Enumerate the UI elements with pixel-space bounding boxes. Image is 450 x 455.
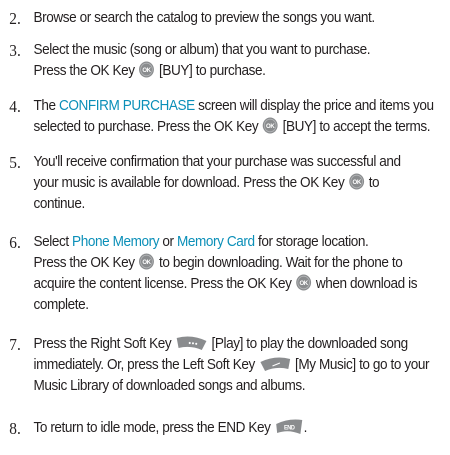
right-soft-key-icon [176,335,208,351]
step-6: 6. Select Phone Memory or Memory Card fo… [0,232,450,316]
step-text: . [303,420,308,436]
step-text: Browse or search the catalog to preview … [33,10,375,26]
step-number: 7. [9,335,21,354]
step-text: Press the Right Soft Key [33,336,172,352]
step-3: 3. Select the music (song or album) that… [0,40,450,82]
left-soft-key-icon [259,356,291,372]
step-number: 2. [9,9,21,28]
step-number: 3. [9,41,21,60]
step-text: continue. [33,196,85,212]
step-text: selected to purchase. Press the OK Key [33,119,259,135]
step-text: Press the OK Key [33,255,135,271]
svg-text:OK: OK [266,123,275,130]
svg-text:END: END [284,425,295,431]
ok-key-icon: OK [296,274,312,291]
svg-text:OK: OK [300,280,309,287]
ok-key-icon: OK [139,61,155,78]
step-text: Select [33,234,69,250]
step-5: 5. You'll receive confirmation that your… [0,152,450,215]
step-text: Press the OK Key [33,63,135,79]
step-text: for storage location. [257,234,369,250]
step-number: 4. [9,97,21,116]
step-text: screen will display the price and items … [198,98,434,114]
confirm-purchase-term: CONFIRM PURCHASE [58,98,195,114]
ok-key-icon: OK [139,253,155,270]
step-4: 4. The CONFIRM PURCHASE screen will disp… [0,96,450,138]
step-text: complete. [33,297,89,313]
ok-key-icon: OK [262,117,279,134]
step-text: Music Library of downloaded songs and al… [33,378,306,394]
svg-text:OK: OK [143,259,152,266]
step-number: 8. [9,419,21,438]
step-text: Select the music (song or album) that yo… [33,42,371,58]
step-text: [My Music] to go to your [295,357,430,373]
step-2: 2. Browse or search the catalog to previ… [0,8,450,29]
step-text: acquire the content license. Press the O… [33,276,292,292]
step-text: when download is [315,276,418,292]
step-text: To return to idle mode, press the END Ke… [33,420,271,436]
step-text: [Play] to play the downloaded song [211,336,408,352]
step-text: to begin downloading. Wait for the phone… [159,255,403,271]
step-text: your music is available for download. Pr… [33,175,345,191]
phone-memory-term: Phone Memory [72,234,160,250]
step-text: You'll receive confirmation that your pu… [33,154,401,170]
step-text: [BUY] to accept the terms. [282,119,431,135]
step-8: 8. To return to idle mode, press the END… [0,418,450,439]
step-text: to [368,175,380,191]
end-key-icon: END [275,418,303,435]
step-text: The [33,98,56,114]
ok-key-icon: OK [349,173,365,190]
step-text: or [162,234,174,250]
step-text: immediately. Or, press the Left Soft Key [33,357,255,373]
memory-card-term: Memory Card [177,234,255,250]
step-number: 6. [9,233,21,252]
step-text: [BUY] to purchase. [159,63,266,79]
step-number: 5. [9,153,21,172]
svg-text:OK: OK [143,67,152,74]
svg-text:OK: OK [352,179,361,186]
step-7: 7. Press the Right Soft Key [Play] to pl… [0,334,450,397]
